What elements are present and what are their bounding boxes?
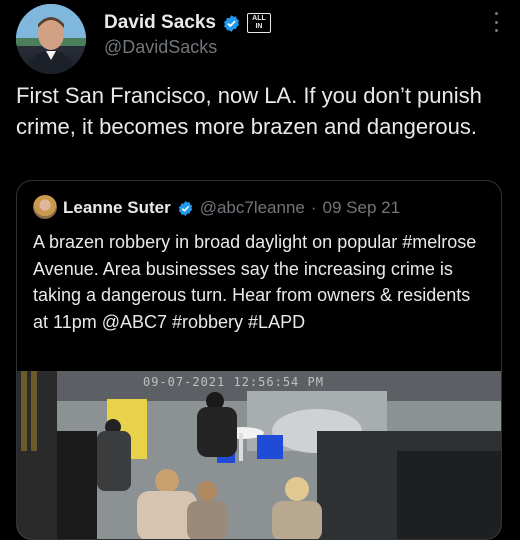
- quoted-author-handle[interactable]: @abc7leanne: [200, 198, 305, 218]
- quoted-tweet-date[interactable]: 09 Sep 21: [323, 198, 401, 218]
- verified-badge-icon: [224, 14, 239, 32]
- affiliation-badge-line-1: ALL: [252, 15, 266, 22]
- avatar-photo-icon: [16, 4, 86, 74]
- quoted-author-name[interactable]: Leanne Suter: [63, 198, 171, 218]
- tweet-text: First San Francisco, now LA. If you don’…: [16, 83, 489, 139]
- author-handle[interactable]: @DavidSacks: [104, 37, 217, 58]
- affiliation-badge-line-2: IN: [255, 23, 263, 30]
- more-options-dot: [494, 29, 498, 32]
- author-avatar[interactable]: [16, 4, 86, 74]
- author-display-name[interactable]: David Sacks: [104, 12, 216, 34]
- meta-separator: ·: [310, 198, 317, 217]
- quoted-tweet-text: A brazen robbery in broad daylight on po…: [33, 232, 481, 332]
- video-timestamp-overlay: 09-07-2021 12:56:54 PM: [143, 375, 324, 389]
- affiliation-badge[interactable]: ALL IN: [246, 13, 271, 33]
- quoted-tweet-card[interactable]: Leanne Suter @abc7leanne · 09 Sep 21 A b…: [16, 180, 502, 540]
- author-name-row: David Sacks ALL IN: [104, 12, 271, 34]
- more-options-dot: [494, 20, 498, 24]
- more-options-icon: [494, 12, 498, 15]
- more-options-button[interactable]: [492, 12, 500, 32]
- surveillance-video-thumbnail-icon: [17, 371, 501, 539]
- verified-badge-icon: [178, 200, 192, 216]
- quoted-tweet-video-thumbnail[interactable]: 09-07-2021 12:56:54 PM: [17, 371, 501, 539]
- quoted-tweet-header: Leanne Suter @abc7leanne · 09 Sep 21: [63, 198, 400, 218]
- quoted-author-avatar[interactable]: [33, 195, 57, 219]
